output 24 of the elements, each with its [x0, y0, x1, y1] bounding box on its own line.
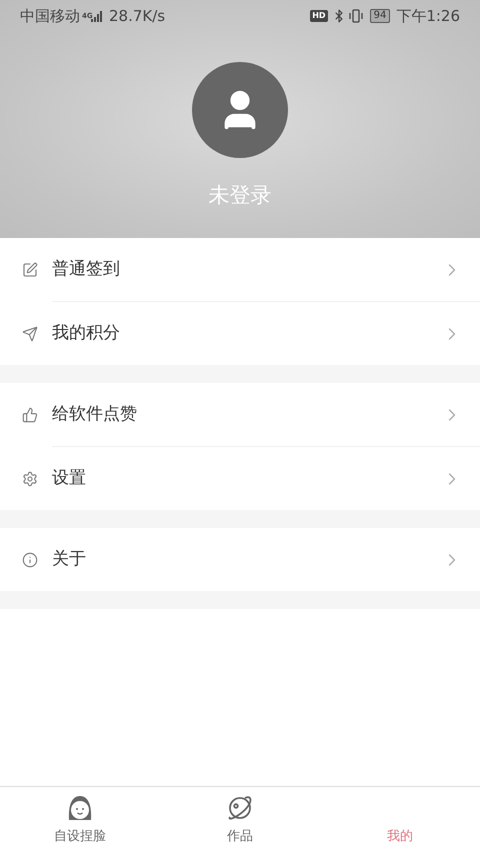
info-icon — [22, 552, 38, 568]
menu-item[interactable]: 设置 — [0, 447, 480, 510]
menu-item[interactable]: 给软件点赞 — [0, 383, 480, 446]
time-text: 下午1:26 — [396, 6, 460, 27]
menu-item-label: 给软件点赞 — [52, 402, 138, 426]
menu-item[interactable]: 普通签到 — [0, 238, 480, 301]
menu-item[interactable]: 关于 — [0, 528, 480, 591]
menu-item[interactable]: 我的积分 — [0, 302, 480, 365]
edit-icon — [22, 262, 38, 278]
tab[interactable]: 自设捏脸 — [0, 787, 160, 853]
hd-icon: HD — [310, 10, 328, 22]
menu-item-label: 普通签到 — [52, 258, 121, 281]
send-icon — [22, 326, 38, 342]
menu-item-label: 设置 — [52, 466, 87, 490]
signal-icon — [91, 10, 103, 22]
menu-item-label: 我的积分 — [52, 322, 121, 345]
settings-icon — [22, 470, 38, 486]
tab[interactable]: 作品 — [160, 787, 320, 853]
battery-indicator: 94 — [370, 9, 390, 23]
menu-item-label: 关于 — [52, 548, 87, 571]
network-speed-text: 28.7K/s — [109, 6, 166, 27]
thumbs-up-icon — [22, 406, 38, 422]
vibrate-icon — [348, 9, 364, 23]
carrier-text: 中国移动 — [20, 6, 80, 27]
